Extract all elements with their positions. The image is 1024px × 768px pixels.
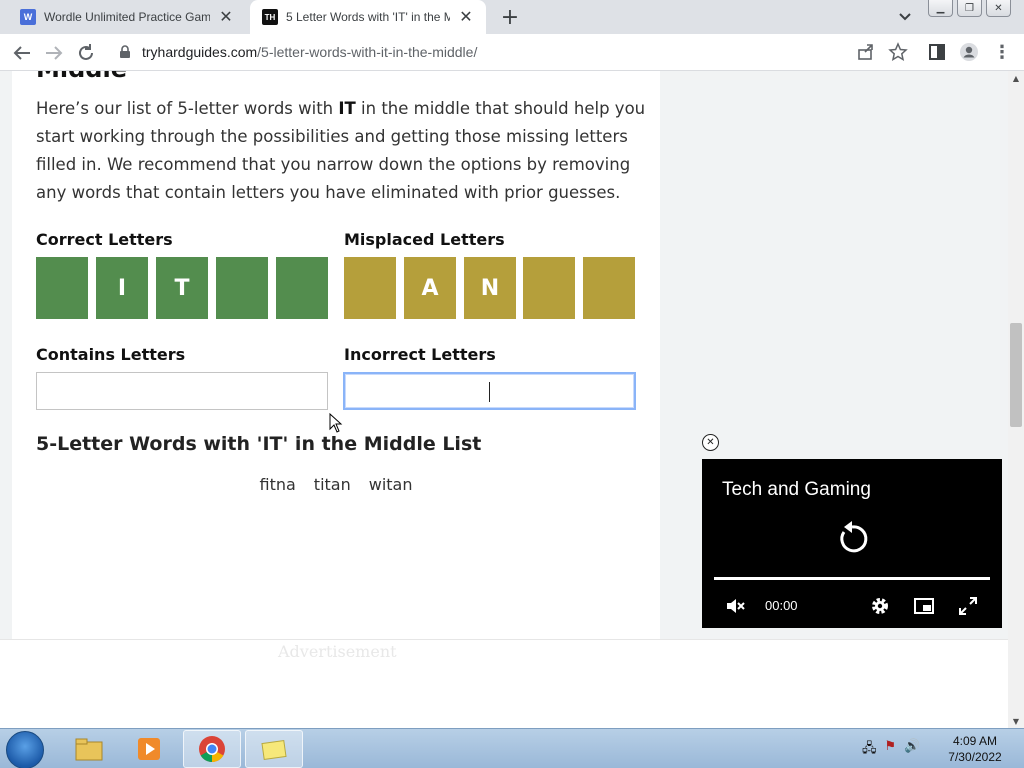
tab-title: 5 Letter Words with 'IT' in the Middle: [286, 10, 450, 24]
video-progress-bar[interactable]: [714, 577, 990, 580]
wordle-favicon-icon: W: [20, 9, 36, 25]
correct-letter-tile[interactable]: [36, 257, 88, 319]
close-circle-icon[interactable]: ✕: [702, 434, 719, 451]
address-bar[interactable]: tryhardguides.com/5-letter-words-with-it…: [112, 38, 902, 66]
word-list-heading: 5-Letter Words with 'IT' in the Middle L…: [36, 433, 482, 455]
scroll-up-icon[interactable]: ▲: [1008, 71, 1024, 85]
incorrect-letters-label: Incorrect Letters: [344, 345, 496, 364]
clock-time: 4:09 AM: [952, 734, 998, 748]
misplaced-letter-tile[interactable]: [344, 257, 396, 319]
scrollbar-thumb[interactable]: [1010, 323, 1022, 427]
window-close-icon[interactable]: ✕: [986, 0, 1011, 17]
correct-letter-tile[interactable]: [216, 257, 268, 319]
file-explorer-icon[interactable]: [60, 730, 118, 768]
tab-wordle-unlimited[interactable]: W Wordle Unlimited Practice Game ✕: [8, 0, 246, 34]
bookmark-star-icon[interactable]: [888, 42, 908, 62]
sticky-notes-icon[interactable]: [245, 730, 303, 768]
back-arrow-icon[interactable]: [9, 40, 35, 66]
video-title: Tech and Gaming: [722, 479, 871, 500]
share-icon[interactable]: [856, 42, 876, 62]
scroll-down-icon[interactable]: ▼: [1008, 714, 1024, 728]
reload-icon[interactable]: [73, 40, 99, 66]
tab-search-chevron-icon[interactable]: [894, 7, 916, 27]
new-tab-plus-icon[interactable]: +: [498, 5, 522, 30]
restore-icon[interactable]: ❐: [957, 0, 982, 17]
window-controls: ▁ ❐ ✕: [928, 0, 1015, 18]
url-text: tryhardguides.com/5-letter-words-with-it…: [142, 44, 478, 60]
correct-letter-tile[interactable]: T: [156, 257, 208, 319]
article-content: Middle Here’s our list of 5-letter words…: [12, 71, 660, 641]
system-tray: 🖧 ⚑ 🔊: [862, 739, 920, 761]
volume-icon[interactable]: 🔊: [904, 739, 920, 761]
profile-avatar-icon[interactable]: [959, 42, 979, 62]
misplaced-letter-tile[interactable]: [523, 257, 575, 319]
intro-paragraph: Here’s our list of 5-letter words with I…: [36, 99, 646, 202]
fullscreen-icon[interactable]: [957, 595, 979, 617]
lock-icon[interactable]: [118, 45, 132, 59]
tryhard-favicon-icon: TH: [262, 9, 278, 25]
page-title: Middle: [36, 71, 127, 83]
video-time: 00:00: [765, 598, 798, 613]
correct-letter-tile[interactable]: I: [96, 257, 148, 319]
mute-icon[interactable]: [724, 595, 746, 617]
misplaced-letter-tile[interactable]: [583, 257, 635, 319]
correct-letter-tile[interactable]: [276, 257, 328, 319]
browser-toolbar: tryhardguides.com/5-letter-words-with-it…: [0, 34, 1024, 71]
chrome-icon[interactable]: [183, 730, 241, 768]
forward-arrow-icon[interactable]: [41, 40, 67, 66]
settings-gear-icon[interactable]: [869, 595, 891, 617]
action-center-flag-icon[interactable]: ⚑: [885, 739, 897, 761]
word-item: titan: [313, 475, 351, 494]
picture-in-picture-icon[interactable]: [913, 595, 935, 617]
mouse-cursor-icon: [329, 413, 343, 433]
page-viewport: Middle Here’s our list of 5-letter words…: [0, 71, 1008, 728]
word-list: fitna titan witan: [12, 475, 660, 494]
minimize-icon[interactable]: ▁: [928, 0, 953, 17]
page-scrollbar[interactable]: ▲ ▼: [1008, 71, 1024, 728]
menu-kebab-icon[interactable]: ⋮: [992, 42, 1012, 63]
side-panel-icon[interactable]: [927, 42, 947, 62]
contains-letters-label: Contains Letters: [36, 345, 186, 364]
advertisement-label: Advertisement: [278, 642, 397, 661]
windows-taskbar: 🖧 ⚑ 🔊 4:09 AM 7/30/2022: [0, 728, 1024, 768]
tab-title: Wordle Unlimited Practice Game: [44, 10, 210, 24]
incorrect-letters-input[interactable]: [343, 372, 636, 410]
tab-strip: W Wordle Unlimited Practice Game ✕ TH 5 …: [0, 0, 1024, 34]
word-item: witan: [368, 475, 413, 494]
correct-letters-label: Correct Letters: [36, 230, 173, 249]
text-caret: [489, 382, 490, 402]
word-item: fitna: [259, 475, 296, 494]
advertisement-bar: Advertisement: [0, 639, 1008, 728]
misplaced-letter-tile[interactable]: A: [404, 257, 456, 319]
media-player-icon[interactable]: [120, 730, 178, 768]
system-clock[interactable]: 4:09 AM 7/30/2022: [940, 733, 1010, 765]
replay-icon[interactable]: [832, 519, 872, 559]
tab-close-icon[interactable]: ✕: [216, 7, 236, 27]
misplaced-letters-label: Misplaced Letters: [344, 230, 505, 249]
network-icon[interactable]: 🖧: [862, 739, 877, 761]
contains-letters-input[interactable]: [36, 372, 328, 410]
start-button[interactable]: [6, 731, 44, 768]
misplaced-letter-tile[interactable]: N: [464, 257, 516, 319]
tab-5-letter-words[interactable]: TH 5 Letter Words with 'IT' in the Middl…: [250, 0, 486, 34]
tab-close-icon[interactable]: ✕: [456, 7, 476, 27]
video-player[interactable]: Tech and Gaming 00:00: [702, 459, 1002, 628]
clock-date: 7/30/2022: [948, 750, 1002, 764]
